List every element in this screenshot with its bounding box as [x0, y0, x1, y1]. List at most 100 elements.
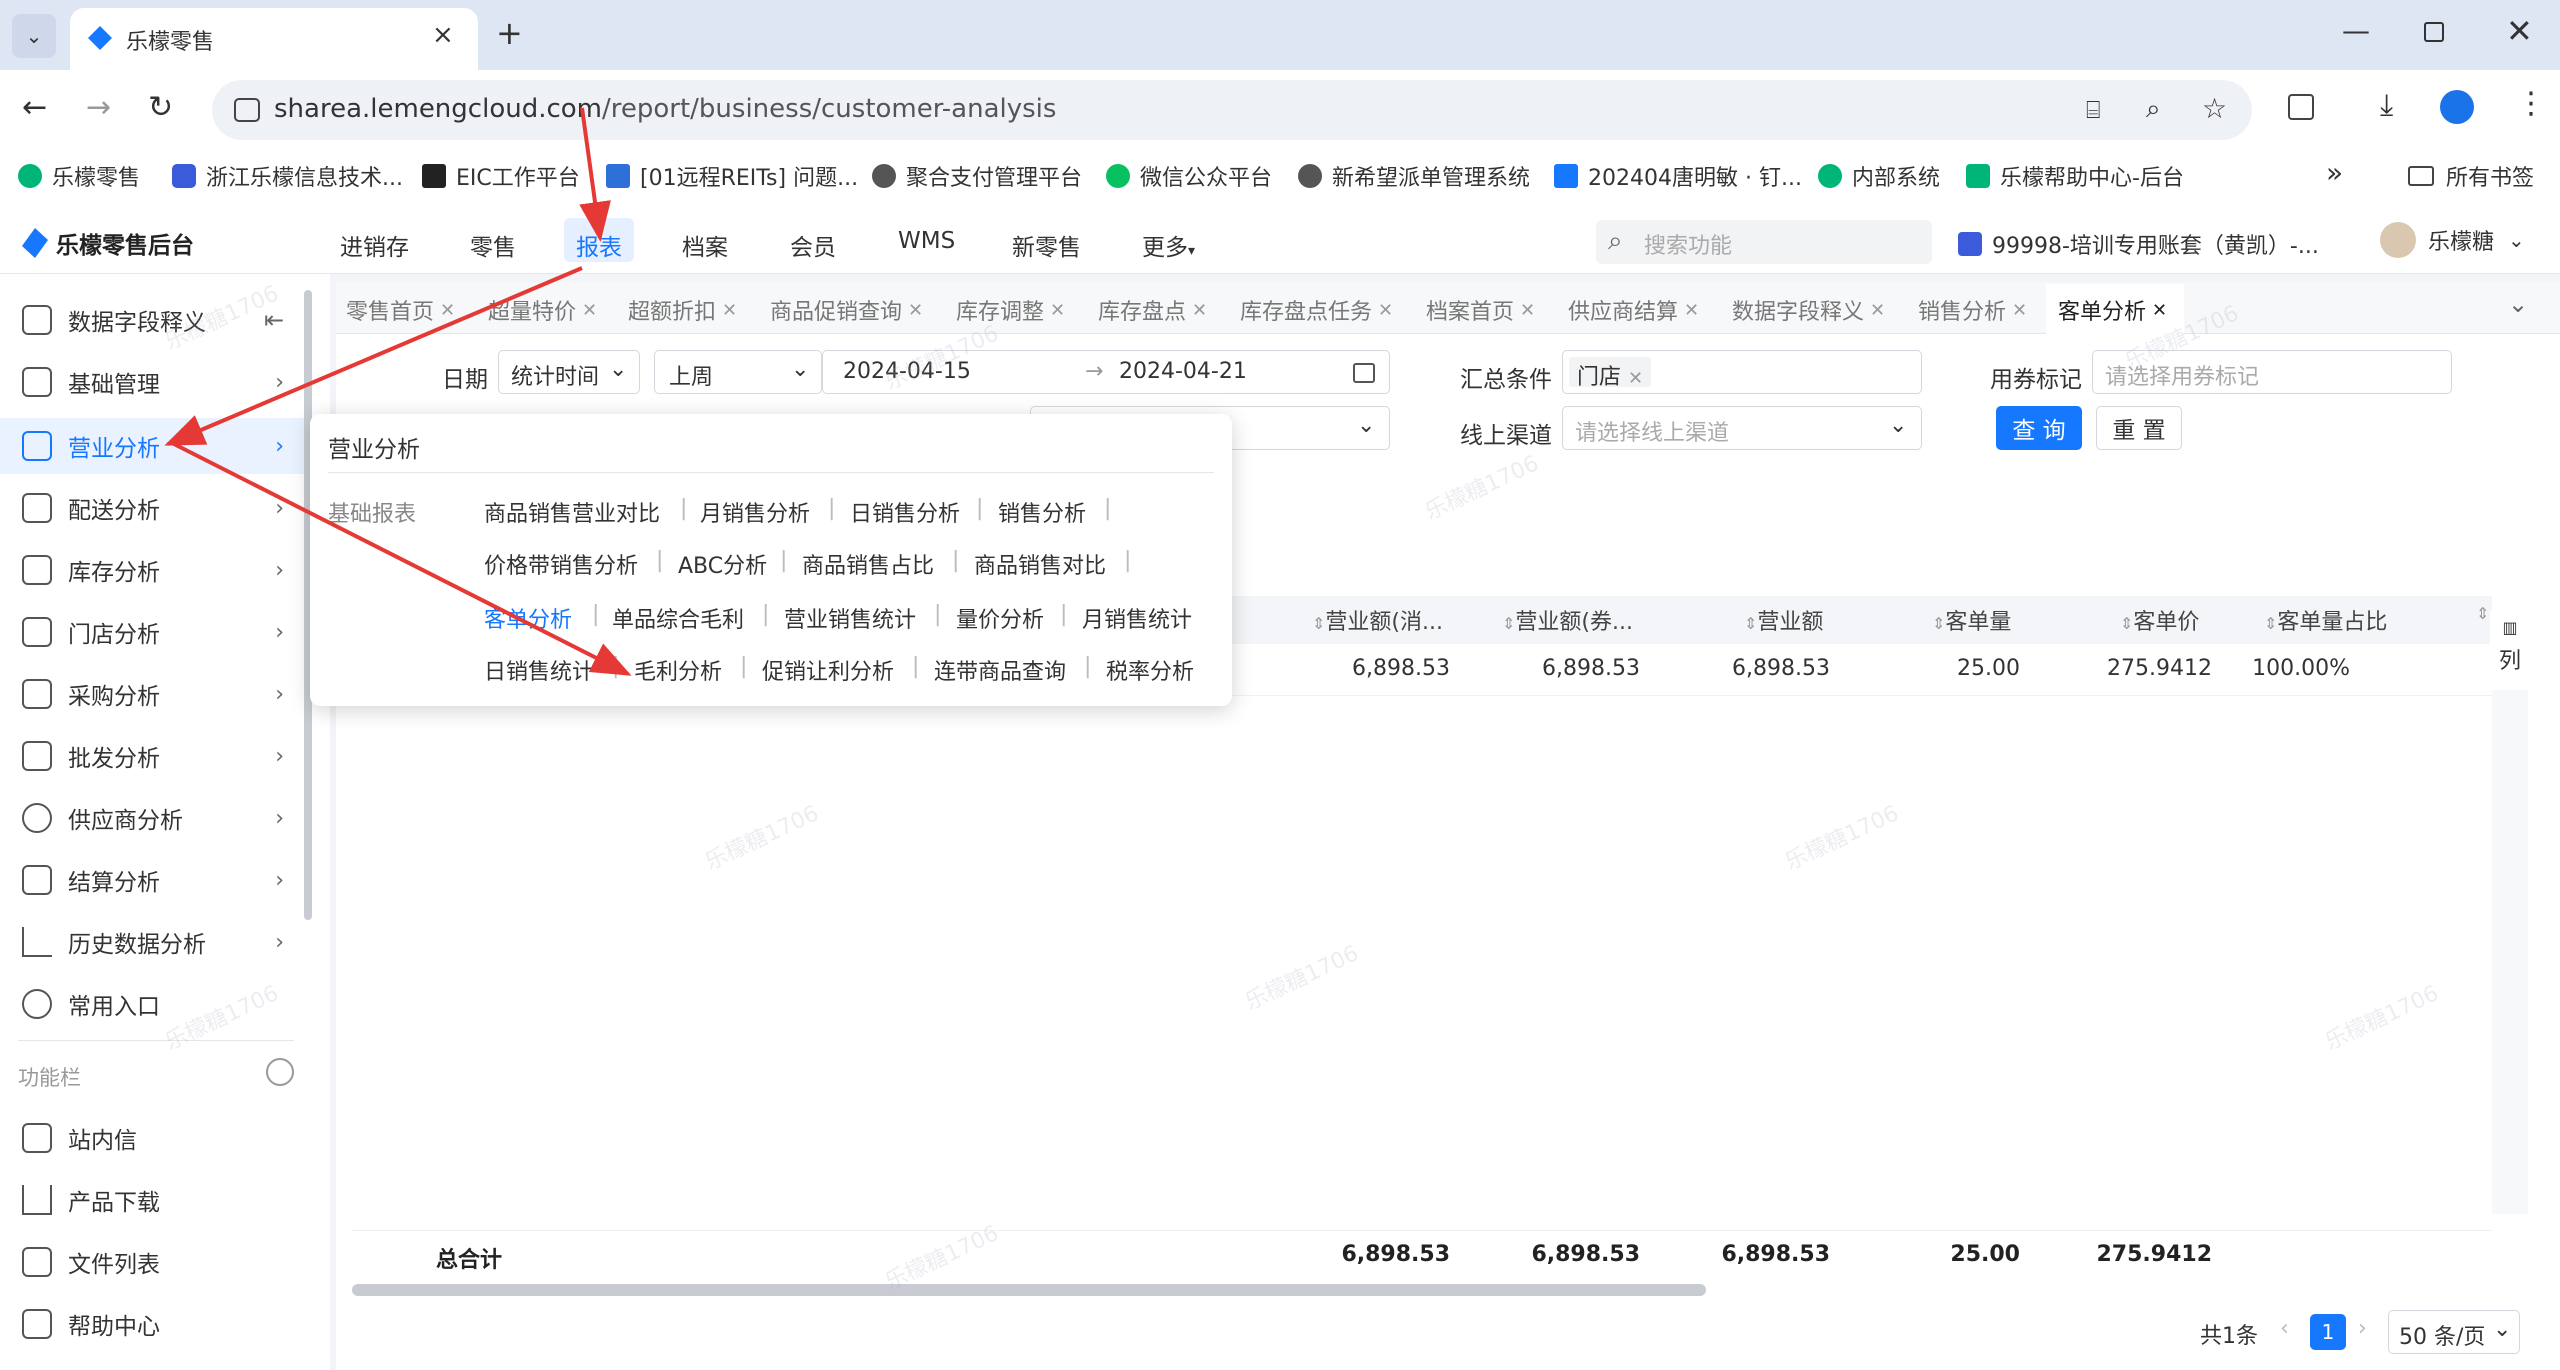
next-page-button[interactable]: ›	[2358, 1316, 2367, 1341]
extensions-icon[interactable]	[2288, 94, 2314, 120]
app-logo[interactable]: 乐檬零售后台	[22, 226, 194, 260]
close-icon[interactable]: ✕	[1520, 300, 1535, 321]
col-order-count[interactable]: ⇕客单量	[1932, 604, 2011, 636]
site-info-icon[interactable]	[234, 98, 260, 122]
menu-link-daily-stats[interactable]: 日销售统计	[484, 654, 594, 686]
zoom-icon[interactable]: ⌕	[2146, 94, 2161, 125]
menu-link-sales-share[interactable]: 商品销售占比	[802, 548, 934, 580]
all-bookmarks[interactable]: 所有书签	[2408, 158, 2534, 194]
page-size-select[interactable]: 50 条/页 ⌄	[2388, 1310, 2520, 1354]
bookmark-item[interactable]: 202404唐明敏 · 钉...	[1554, 158, 1802, 194]
menu-link-item-margin[interactable]: 单品综合毛利	[612, 602, 744, 634]
tab-over-special[interactable]: 超量特价 ✕	[488, 290, 597, 330]
page-1-button[interactable]: 1	[2310, 1314, 2346, 1350]
close-icon[interactable]: ✕	[2152, 300, 2167, 321]
summary-select[interactable]: 门店 ✕	[1562, 350, 1922, 394]
bookmark-item[interactable]: 新希望派单管理系统	[1298, 158, 1530, 194]
bookmark-item[interactable]: 微信公众平台	[1106, 158, 1272, 194]
close-window-button[interactable]: ✕	[2506, 12, 2533, 50]
sidebar-item-basic[interactable]: 基础管理 ›	[0, 354, 310, 410]
nav-more[interactable]: 更多▾	[1142, 228, 1195, 262]
account-selector[interactable]: 99998-培训专用账套（黄凯）-...	[1958, 228, 2319, 260]
bookmark-item[interactable]: 乐檬零售	[18, 158, 140, 194]
menu-link-linked-items[interactable]: 连带商品查询	[934, 654, 1066, 686]
tab-sales-analysis[interactable]: 销售分析 ✕	[1918, 290, 2027, 330]
tab-promo-query[interactable]: 商品促销查询 ✕	[770, 290, 923, 330]
column-settings-button[interactable]: ▥ 列	[2490, 610, 2530, 690]
bookmark-star-icon[interactable]: ☆	[2202, 92, 2227, 125]
menu-link-promo-discount[interactable]: 促销让利分析	[762, 654, 894, 686]
period-select[interactable]: 上周 ⌄	[654, 350, 822, 394]
sidebar-item-business[interactable]: 营业分析 ›	[0, 418, 310, 474]
close-icon[interactable]: ✕	[440, 300, 455, 321]
menu-link-monthly[interactable]: 月销售分析	[700, 496, 810, 528]
nav-report[interactable]: 报表	[576, 228, 622, 262]
download-icon[interactable]: ⤓	[2380, 88, 2393, 123]
minimize-button[interactable]: —	[2342, 14, 2370, 47]
close-icon[interactable]: ✕	[722, 300, 737, 321]
sidebar-item-delivery[interactable]: 配送分析 ›	[0, 480, 310, 536]
bookmark-item[interactable]: 乐檬帮助中心-后台	[1966, 158, 2184, 194]
nav-new-retail[interactable]: 新零售	[1012, 228, 1081, 262]
sidebar-item-history[interactable]: 历史数据分析 ›	[0, 914, 310, 970]
menu-link-abc[interactable]: ABC分析	[678, 548, 767, 580]
headset-icon[interactable]	[266, 1058, 294, 1086]
sidebar-item-purchase[interactable]: 采购分析 ›	[0, 666, 310, 722]
tab-list-button[interactable]: ⌄	[12, 14, 56, 58]
menu-link-gross-margin[interactable]: 毛利分析	[634, 654, 722, 686]
new-tab-button[interactable]: +	[496, 14, 523, 52]
bookmark-item[interactable]: [01远程REITs] 问题...	[606, 158, 858, 194]
close-icon[interactable]: ✕	[582, 300, 597, 321]
col-order-ratio[interactable]: ⇕客单量占比	[2264, 604, 2387, 636]
bookmark-item[interactable]: EIC工作平台	[422, 158, 580, 194]
reset-button[interactable]: 重 置	[2096, 406, 2182, 450]
tab-data-field[interactable]: 数据字段释义 ✕	[1732, 290, 1885, 330]
func-item-files[interactable]: 文件列表	[0, 1234, 310, 1290]
tab-stock-count[interactable]: 库存盘点 ✕	[1098, 290, 1207, 330]
sidebar-item-store[interactable]: 门店分析 ›	[0, 604, 310, 660]
sidebar-item-wholesale[interactable]: 批发分析 ›	[0, 728, 310, 784]
bookmark-item[interactable]: 内部系统	[1818, 158, 1940, 194]
translate-icon[interactable]: ⌸	[2086, 96, 2100, 124]
reload-button[interactable]: ↻	[148, 90, 173, 125]
menu-link-price-band[interactable]: 价格带销售分析	[484, 548, 638, 580]
function-search[interactable]: ⌕ 搜索功能	[1596, 220, 1932, 264]
channel-select[interactable]: 请选择线上渠道 ⌄	[1562, 406, 1922, 450]
forward-button[interactable]: →	[86, 90, 111, 125]
tab-close-icon[interactable]: ×	[432, 20, 454, 50]
close-icon[interactable]: ✕	[1870, 300, 1885, 321]
func-item-download[interactable]: 产品下载	[0, 1172, 310, 1228]
menu-link-business-stats[interactable]: 营业销售统计	[784, 602, 916, 634]
nav-inventory[interactable]: 进销存	[340, 228, 409, 262]
tab-over-discount[interactable]: 超额折扣 ✕	[628, 290, 737, 330]
tab-stock-count-task[interactable]: 库存盘点任务 ✕	[1240, 290, 1393, 330]
query-button[interactable]: 查 询	[1996, 406, 2082, 450]
col-revenue-coupon[interactable]: ⇕营业额(券...	[1502, 604, 1633, 636]
sidebar-item-stock[interactable]: 库存分析 ›	[0, 542, 310, 598]
col-revenue[interactable]: ⇕营业额	[1744, 604, 1823, 636]
col-revenue-consumed[interactable]: ⇕营业额(消...	[1312, 604, 1443, 636]
nav-archive[interactable]: 档案	[682, 228, 728, 262]
col-order-price[interactable]: ⇕客单价	[2120, 604, 2199, 636]
close-icon[interactable]: ✕	[1378, 300, 1393, 321]
nav-wms[interactable]: WMS	[898, 228, 955, 254]
back-button[interactable]: ←	[22, 90, 47, 125]
horizontal-scrollbar[interactable]	[352, 1284, 1706, 1296]
user-menu[interactable]: 乐檬糖 ⌄	[2380, 222, 2525, 258]
close-icon[interactable]: ✕	[1050, 300, 1065, 321]
menu-link-volume-price[interactable]: 量价分析	[956, 602, 1044, 634]
sort-icon[interactable]: ⇕	[2476, 604, 2489, 623]
profile-avatar[interactable]	[2440, 90, 2474, 124]
menu-link-tax-rate[interactable]: 税率分析	[1106, 654, 1194, 686]
menu-link-sales[interactable]: 销售分析	[998, 496, 1086, 528]
close-icon[interactable]: ✕	[2012, 300, 2027, 321]
date-type-select[interactable]: 统计时间 ⌄	[498, 350, 640, 394]
tab-archive-home[interactable]: 档案首页 ✕	[1426, 290, 1535, 330]
menu-link-sales-compare[interactable]: 商品销售营业对比	[484, 496, 660, 528]
func-item-help[interactable]: 帮助中心	[0, 1296, 310, 1352]
menu-link-daily[interactable]: 日销售分析	[850, 496, 960, 528]
nav-retail[interactable]: 零售	[470, 228, 516, 262]
more-bookmarks-icon[interactable]: »	[2326, 156, 2343, 189]
close-icon[interactable]: ✕	[1192, 300, 1207, 321]
close-icon[interactable]: ✕	[908, 300, 923, 321]
